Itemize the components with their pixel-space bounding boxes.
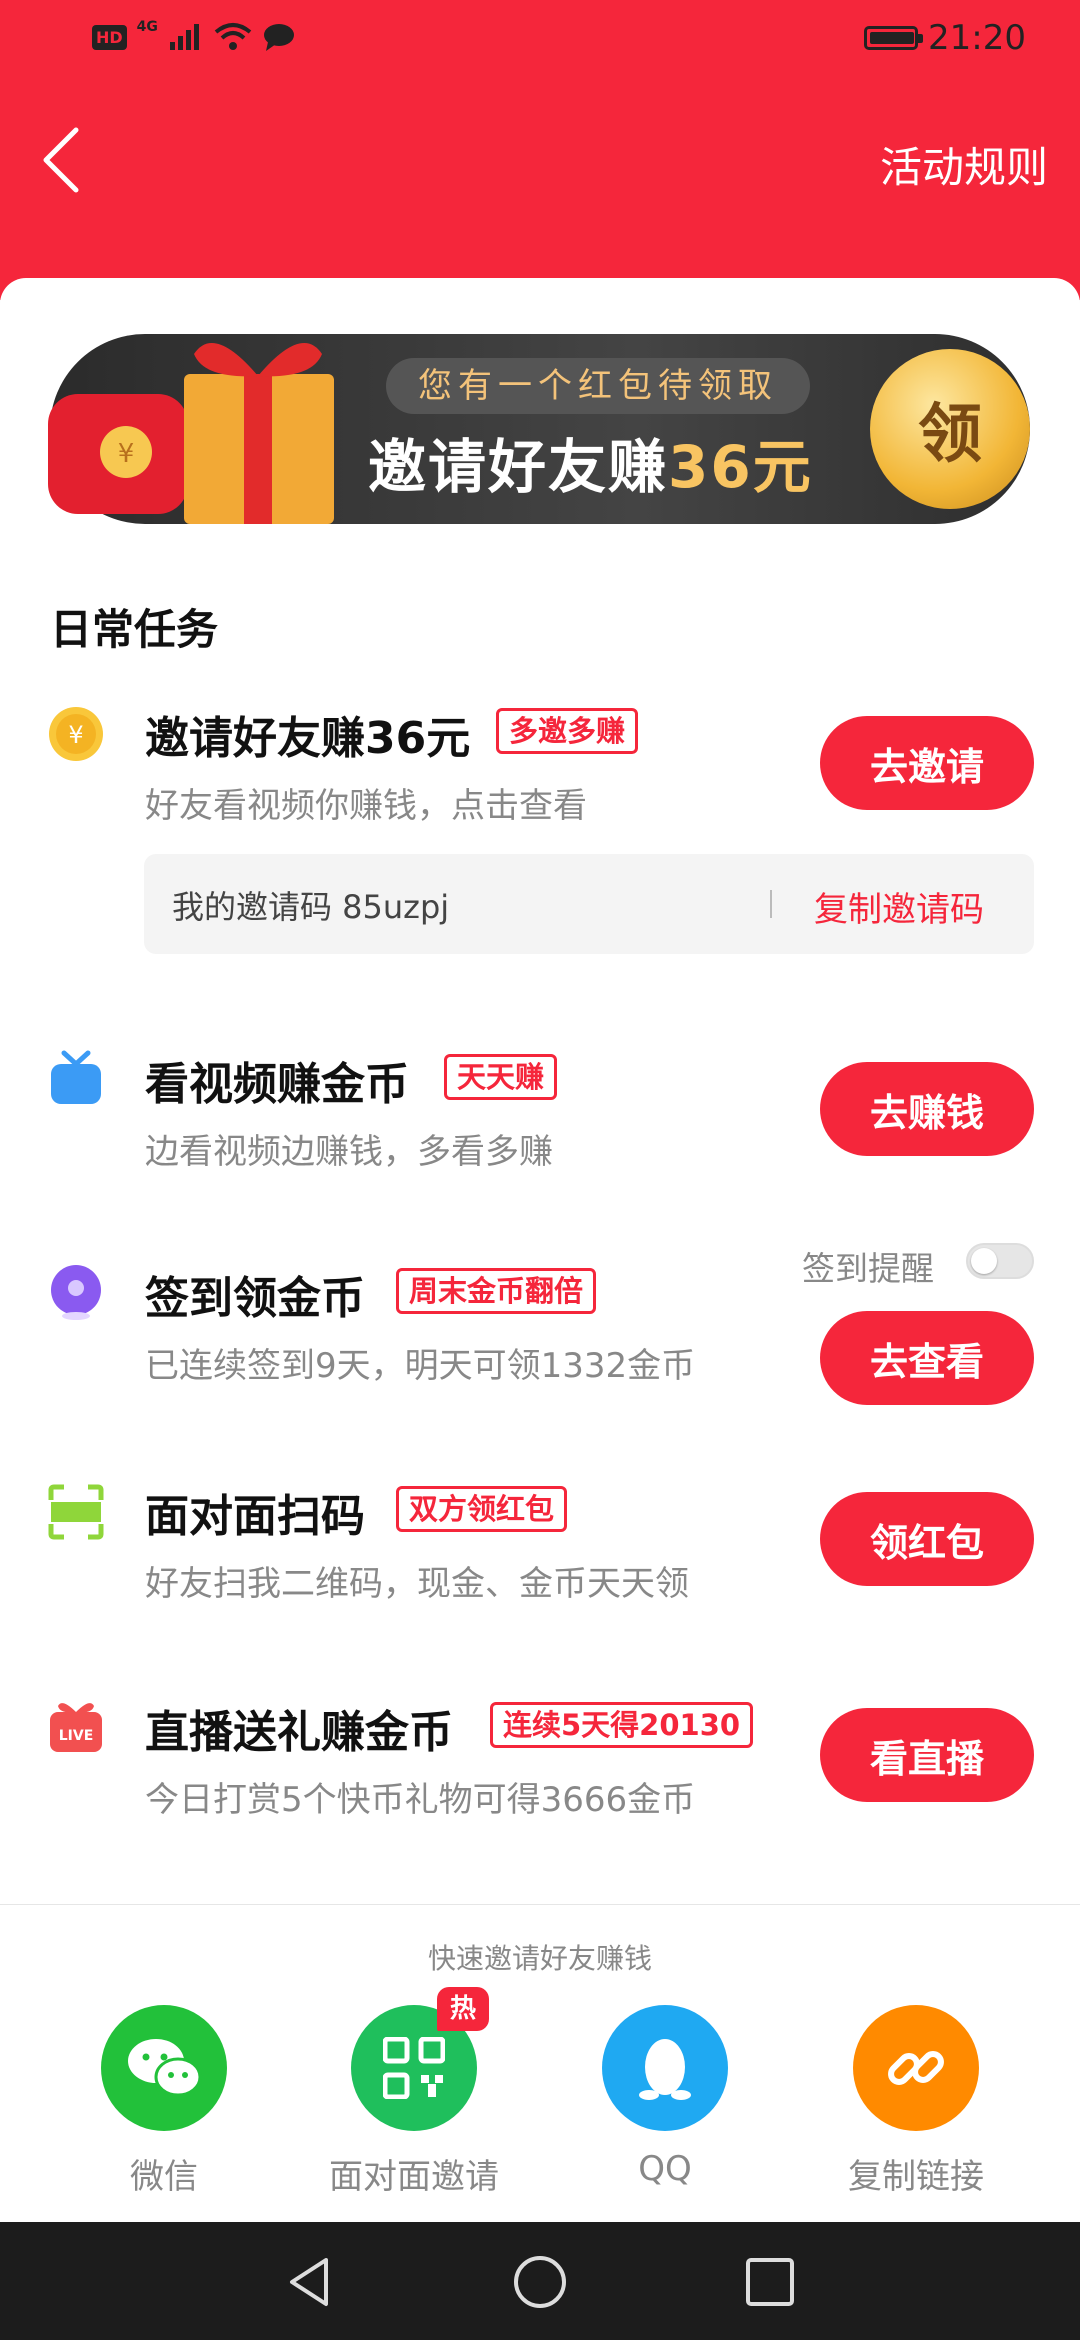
task-title: 面对面扫码 [145, 1491, 365, 1542]
task-title: 直播送礼赚金币 [145, 1707, 453, 1758]
task-tag: 多邀多赚 [496, 708, 639, 754]
quick-share-bar: 快速邀请好友赚钱 微信 热 面对面邀请 QQ 复制链接 [0, 1904, 1080, 2223]
invite-code-divider [770, 890, 772, 918]
share-label: QQ [638, 2149, 692, 2189]
earn-money-button[interactable]: 去赚钱 [820, 1062, 1034, 1156]
gold-coin-icon: ¥ [49, 707, 103, 761]
back-arrow-icon[interactable] [36, 118, 116, 198]
nav-back-icon[interactable] [280, 2252, 340, 2312]
invite-button[interactable]: 去邀请 [820, 716, 1034, 810]
task-title: 看视频赚金币 [145, 1059, 409, 1110]
status-right: 21:20 [864, 18, 1026, 58]
svg-text:¥: ¥ [68, 721, 83, 749]
network-label: 4G [136, 19, 158, 35]
invite-code-text: 我的邀请码 85uzpj [172, 888, 450, 926]
invite-code-box: 我的邀请码 85uzpj 复制邀请码 [144, 854, 1034, 954]
link-icon [853, 2005, 979, 2131]
activity-rules-link[interactable]: 活动规则 [880, 134, 1048, 195]
share-wechat[interactable]: 微信 [64, 2005, 264, 2198]
red-envelope-gift-icon: ¥ [48, 343, 334, 524]
banner-title-prefix: 邀请好友赚 [368, 433, 669, 501]
status-bar: HD 4G 21:20 [0, 0, 1080, 84]
share-label: 面对面邀请 [329, 2157, 499, 2197]
claim-coin-button[interactable]: 领 [870, 349, 1030, 509]
watch-live-button[interactable]: 看直播 [820, 1708, 1034, 1802]
signal-icon [169, 24, 199, 50]
qq-penguin-icon [602, 2005, 728, 2131]
banner-subtitle: 您有一个红包待领取 [386, 358, 810, 414]
svg-text:¥: ¥ [118, 439, 135, 469]
view-checkin-button[interactable]: 去查看 [820, 1311, 1034, 1405]
task-desc: 好友看视频你赚钱，点击查看 [145, 786, 587, 826]
live-gift-icon: LIVE [50, 1703, 102, 1752]
scan-icon [48, 1484, 104, 1540]
invite-banner[interactable]: ¥ 您有一个红包待领取 邀请好友赚36元 领 [48, 334, 1030, 524]
banner-title-amount: 36元 [668, 433, 813, 501]
system-nav-bar [0, 2222, 1080, 2340]
toggle-knob [971, 1248, 997, 1274]
checkin-reminder-toggle[interactable] [966, 1243, 1034, 1279]
header-bar: HD 4G 21:20 活动规则 [0, 0, 1080, 300]
banner-title: 邀请好友赚36元 [368, 420, 813, 504]
task-desc: 边看视频边赚钱，多看多赚 [145, 1132, 553, 1172]
svg-text:LIVE: LIVE [59, 1728, 94, 1744]
tv-icon [51, 1050, 101, 1104]
location-pin-icon [51, 1265, 101, 1320]
claim-red-envelope-button[interactable]: 领红包 [820, 1492, 1034, 1586]
battery-icon [864, 26, 924, 50]
share-label: 微信 [130, 2157, 198, 2197]
nav-recents-icon[interactable] [740, 2252, 800, 2312]
message-icon [263, 24, 294, 51]
status-time: 21:20 [928, 18, 1026, 58]
status-left: HD 4G [92, 19, 296, 52]
share-label: 复制链接 [848, 2157, 984, 2197]
task-tag: 双方领红包 [396, 1486, 568, 1532]
task-title: 邀请好友赚36元 [145, 713, 471, 764]
share-qq[interactable]: QQ [565, 2005, 765, 2189]
share-title: 快速邀请好友赚钱 [427, 1942, 652, 1975]
task-tag: 连续5天得20130 [490, 1702, 754, 1748]
qr-code-icon: 热 [351, 1987, 489, 2131]
nav-home-icon[interactable] [510, 2252, 570, 2312]
hd-indicator: HD [92, 24, 127, 50]
task-desc: 好友扫我二维码，现金、金币天天领 [145, 1564, 689, 1604]
daily-tasks-title: 日常任务 [50, 605, 219, 654]
task-desc: 今日打赏5个快币礼物可得3666金币 [145, 1780, 696, 1820]
hot-badge: 热 [437, 1987, 489, 2031]
share-face-to-face[interactable]: 热 面对面邀请 [314, 1987, 514, 2198]
copy-invite-code-button[interactable]: 复制邀请码 [814, 882, 984, 931]
task-tag: 周末金币翻倍 [396, 1268, 597, 1314]
task-title: 签到领金币 [145, 1273, 365, 1324]
wechat-icon [101, 2005, 227, 2131]
task-tag: 天天赚 [444, 1054, 558, 1100]
task-desc: 已连续签到9天，明天可领1332金币 [145, 1346, 696, 1386]
checkin-reminder-label: 签到提醒 [802, 1249, 934, 1288]
wifi-icon [214, 23, 252, 50]
share-copy-link[interactable]: 复制链接 [816, 2005, 1016, 2198]
